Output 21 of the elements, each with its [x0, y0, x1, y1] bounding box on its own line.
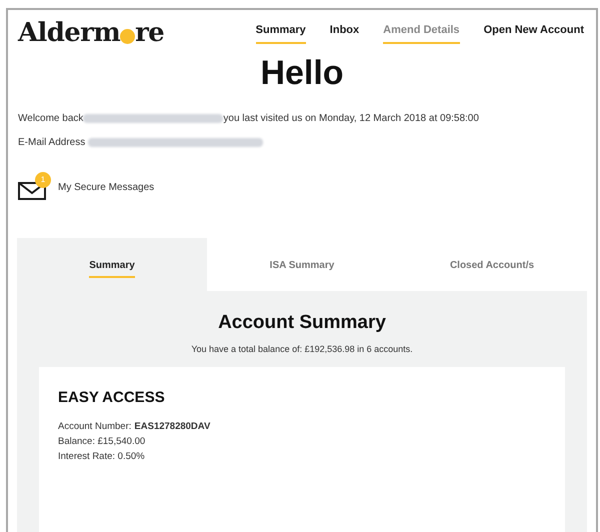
nav-link[interactable]: Summary: [256, 22, 306, 44]
welcome-text: you last visited us on Monday, 12 March 2018 at 09:58:00: [223, 112, 479, 126]
welcome-text: Welcome back: [18, 112, 84, 126]
account-number: EAS1278280DAV: [134, 420, 210, 434]
nav-link[interactable]: Inbox: [330, 22, 360, 44]
page-heading: Hello: [259, 53, 345, 94]
interest-rate-text: Interest Rate: 0.50%: [58, 450, 146, 464]
total-balance-text: You have a total balance of: £192,536.98 in 6 accounts.: [191, 343, 413, 356]
nav-link[interactable]: Open New Account: [484, 22, 584, 44]
account-name: EASY ACCESS: [58, 388, 166, 408]
nav-link[interactable]: Amend Details: [383, 22, 460, 44]
message-count-badge: 1: [35, 172, 51, 188]
tab[interactable]: Summary: [17, 238, 207, 290]
envelope-icon: [18, 182, 46, 200]
logo-text: re: [135, 20, 164, 46]
account-number-label: Account Number:: [58, 420, 132, 434]
secure-messages-link[interactable]: My Secure Messages: [58, 180, 154, 195]
email-label: E-Mail Address: [18, 136, 86, 150]
logo-text: Alderm: [18, 20, 120, 46]
summary-title: Account Summary: [218, 310, 386, 334]
balance-text: Balance: £15,540.00: [58, 435, 146, 449]
